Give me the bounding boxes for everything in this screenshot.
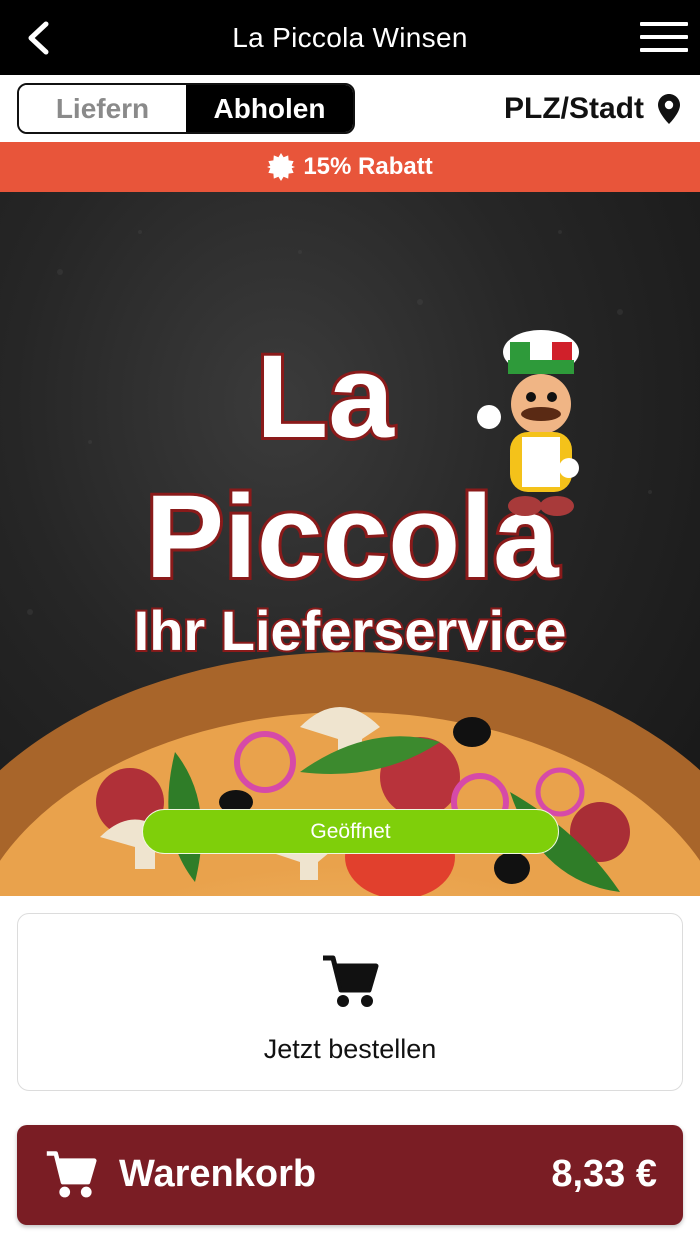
- cart-label: Warenkorb: [119, 1153, 317, 1195]
- cart-total: 8,33 €: [551, 1153, 657, 1195]
- delivery-mode-toggle: Liefern Abholen: [17, 83, 355, 134]
- promo-banner: 15% Rabatt: [0, 142, 700, 192]
- hero-banner: La Piccola Ihr Lieferservice Geöffnet: [0, 192, 700, 896]
- badge-icon: [267, 153, 296, 181]
- tab-liefern[interactable]: Liefern: [19, 85, 186, 132]
- tagline: Ihr Lieferservice: [134, 599, 567, 662]
- chevron-left-icon: [28, 21, 49, 55]
- top-bar: La Piccola Winsen: [0, 0, 700, 75]
- hero-image: La Piccola Ihr Lieferservice: [0, 230, 700, 896]
- tab-abholen[interactable]: Abholen: [186, 85, 353, 132]
- order-now-button[interactable]: Jetzt bestellen: [17, 913, 683, 1091]
- promo-text: 15% Rabatt: [303, 153, 433, 180]
- logo-text-piccola: Piccola: [145, 471, 560, 603]
- back-button[interactable]: [22, 20, 54, 56]
- mode-bar: Liefern Abholen PLZ/Stadt: [0, 75, 700, 142]
- map-pin-icon: [658, 94, 680, 124]
- shopping-cart-icon: [46, 1151, 97, 1198]
- shopping-cart-icon: [323, 955, 379, 1007]
- pizza-illustration: [0, 652, 700, 896]
- hamburger-menu-icon[interactable]: [640, 20, 688, 54]
- logo-text-la: La: [256, 331, 395, 463]
- status-badge: Geöffnet: [142, 809, 559, 854]
- location-label: PLZ/Stadt: [504, 92, 644, 125]
- order-now-label: Jetzt bestellen: [263, 1034, 437, 1064]
- cart-button[interactable]: Warenkorb 8,33 €: [17, 1125, 683, 1225]
- page-title: La Piccola Winsen: [232, 21, 468, 53]
- location-selector[interactable]: PLZ/Stadt: [504, 89, 680, 129]
